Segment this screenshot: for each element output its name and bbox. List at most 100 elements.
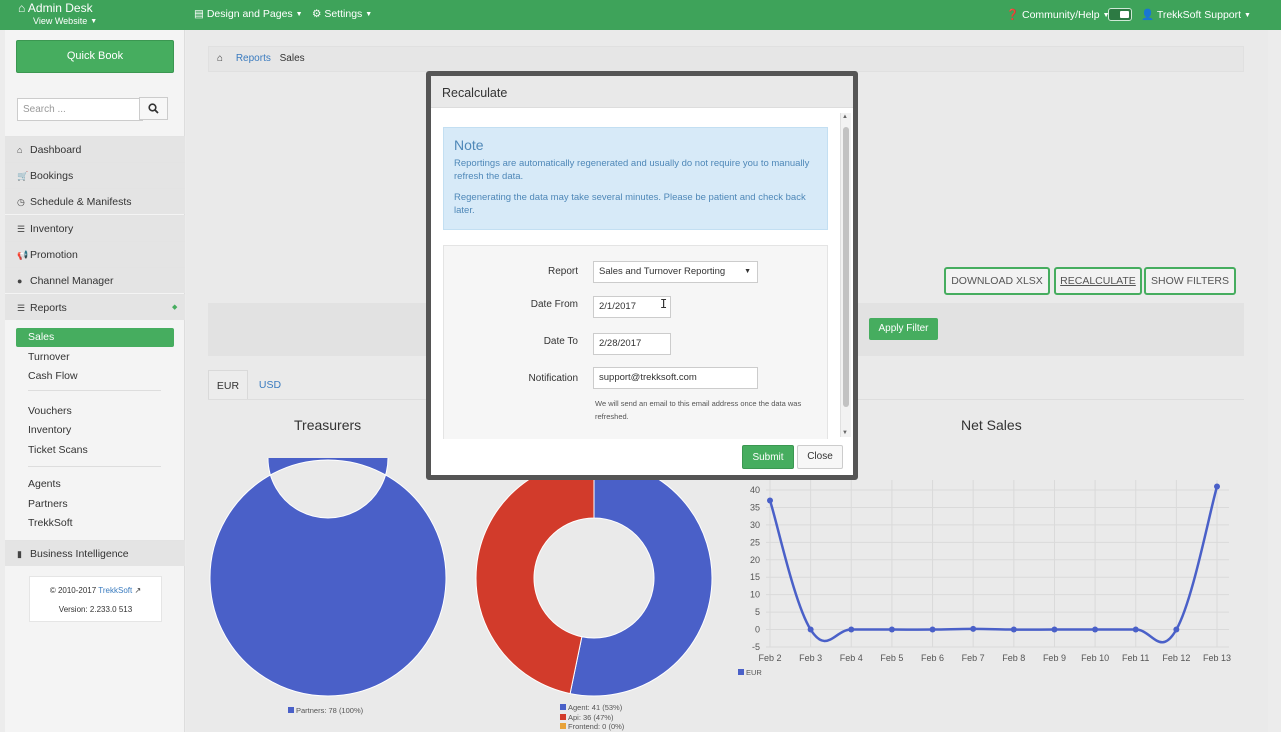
report-select[interactable]: Sales and Turnover Reporting ▼ [593,261,758,283]
settings-menu[interactable]: ⚙ Settings ▼ [312,8,372,20]
x-tick-label: Feb 4 [840,653,863,663]
sidebar-item-dashboard[interactable]: ⌂ Dashboard [5,136,185,162]
legend-label: Frontend: 0 (0%) [568,722,625,731]
sidebar-item-business-intelligence[interactable]: ▮ Business Intelligence [5,540,185,566]
community-help-menu[interactable]: ❓ Community/Help ▼ [1006,8,1110,21]
admin-desk-brand[interactable]: ⌂ Admin Desk View Website ▼ [18,2,97,28]
data-point[interactable] [1132,626,1139,633]
x-tick-label: Feb 10 [1081,653,1109,663]
y-tick-label: -5 [752,642,760,652]
data-point[interactable] [807,626,814,633]
sidebar-subitem-inventory[interactable]: Inventory [28,424,71,436]
home-icon: ⌂ [18,1,26,15]
data-point[interactable] [929,626,936,633]
breadcrumb-current: Sales [279,53,305,64]
report-select-value: Sales and Turnover Reporting [599,266,726,277]
y-tick-label: 15 [750,572,760,582]
sidebar-item-label: Promotion [30,249,78,261]
data-point[interactable] [970,625,977,632]
data-point[interactable] [767,497,773,504]
breadcrumb-reports[interactable]: Reports [236,53,271,64]
quick-book-button[interactable]: Quick Book [16,40,174,73]
show-filters-button[interactable]: SHOW FILTERS [1144,267,1236,295]
data-point[interactable] [1173,626,1180,633]
sidebar-item-label: Business Intelligence [30,548,129,560]
notification-label: Notification [528,373,578,384]
apply-filter-button[interactable]: Apply Filter [869,318,938,340]
y-tick-label: 25 [750,537,760,547]
data-point[interactable] [888,626,895,633]
sidebar-subitem-cash-flow[interactable]: Cash Flow [28,370,78,382]
recalculate-button[interactable]: RECALCULATE [1054,267,1142,295]
bullhorn-icon: 📢 [17,250,29,260]
sidebar-item-label: Reports [30,302,67,314]
sidebar-subitem-agents[interactable]: Agents [28,478,61,490]
data-point[interactable] [1214,483,1220,490]
legend-label: Agent: 41 (53%) [568,703,623,712]
divider [28,466,161,467]
sidebar-subitem-vouchers[interactable]: Vouchers [28,405,72,417]
sidebar-subitem-partners[interactable]: Partners [28,498,68,510]
design-pages-menu[interactable]: ▤ Design and Pages ▼ [194,8,303,20]
data-point[interactable] [848,626,855,633]
net-sales-legend: EUR [738,668,762,678]
view-website-link[interactable]: View Website [33,16,87,26]
sidebar-subitem-turnover[interactable]: Turnover [28,351,70,363]
sidebar-subitem-trekksoft[interactable]: TrekkSoft [28,517,73,529]
notification-email-input[interactable]: support@trekksoft.com [593,367,758,389]
scrollbar-thumb[interactable] [843,127,849,407]
legend-label: Api: 36 (47%) [568,712,614,722]
download-xlsx-button[interactable]: DOWNLOAD XLSX [944,267,1050,295]
data-point[interactable] [1010,626,1017,633]
legend-item: EUR [738,668,762,678]
sidebar-item-channel-manager[interactable]: ● Channel Manager [5,267,185,293]
search-button[interactable] [139,97,168,120]
sidebar-footer: © 2010-2017 TrekkSoft ↗ Version: 2.233.0… [29,576,162,622]
sidebar-item-label: Channel Manager [30,275,114,287]
sidebar-subitem-ticket-scans[interactable]: Ticket Scans [28,444,88,456]
tab-eur[interactable]: EUR [208,370,248,400]
y-tick-label: 0 [755,625,760,635]
user-menu[interactable]: 👤 TrekkSoft Support ▼ [1141,8,1251,21]
y-tick-label: 10 [750,590,760,600]
sidebar-item-inventory[interactable]: ☰ Inventory [5,215,185,241]
tab-usd[interactable]: USD [250,370,290,400]
modal-title: Recalculate [431,76,853,108]
sidebar-item-promotion[interactable]: 📢 Promotion [5,241,185,267]
document-icon: ▤ [194,8,204,20]
scroll-down-icon[interactable]: ▼ [842,430,848,436]
legend-item: Frontend: 0 (0%) [560,722,624,732]
modal-scrollbar[interactable]: ▲ ▼ [840,113,851,437]
mode-toggle[interactable] [1108,8,1132,21]
data-point[interactable] [1092,626,1099,633]
submit-button[interactable]: Submit [742,445,794,469]
note-title: Note [454,137,484,153]
caret-down-icon: ▼ [90,18,98,25]
home-icon[interactable]: ⌂ [217,53,223,64]
legend-swatch [288,707,294,713]
x-tick-label: Feb 13 [1203,653,1231,663]
y-tick-label: 35 [750,502,760,512]
recalculate-modal: Recalculate Note Reportings are automati… [426,71,858,480]
x-tick-label: Feb 9 [1043,653,1066,663]
sidebar-item-bookings[interactable]: 🛒 Bookings [5,162,185,188]
treasurers-legend: Partners: 78 (100%) [288,706,363,716]
data-point[interactable] [1051,626,1058,633]
sidebar-item-schedule[interactable]: ◷ Schedule & Manifests [5,188,185,214]
date-to-input[interactable]: 2/28/2017 [593,333,671,355]
sidebar-item-reports[interactable]: ☰ Reports ◆ [5,294,185,320]
close-button[interactable]: Close [797,445,843,469]
modal-body: Note Reportings are automatically regene… [431,109,853,439]
search-input[interactable]: Search ... [17,98,143,121]
legend-swatch [560,723,566,729]
divider [28,390,161,391]
scroll-up-icon[interactable]: ▲ [842,114,848,120]
expand-icon: ◆ [172,304,178,311]
help-icon: ❓ [1006,9,1020,21]
trekksoft-link[interactable]: TrekkSoft [98,586,132,595]
gear-icon: ⚙ [312,8,322,20]
sidebar-subitem-sales[interactable]: Sales [16,328,174,347]
x-tick-label: Feb 3 [799,653,822,663]
cart-icon: 🛒 [17,171,29,181]
legend-item: Agent: 41 (53%) [560,703,624,713]
